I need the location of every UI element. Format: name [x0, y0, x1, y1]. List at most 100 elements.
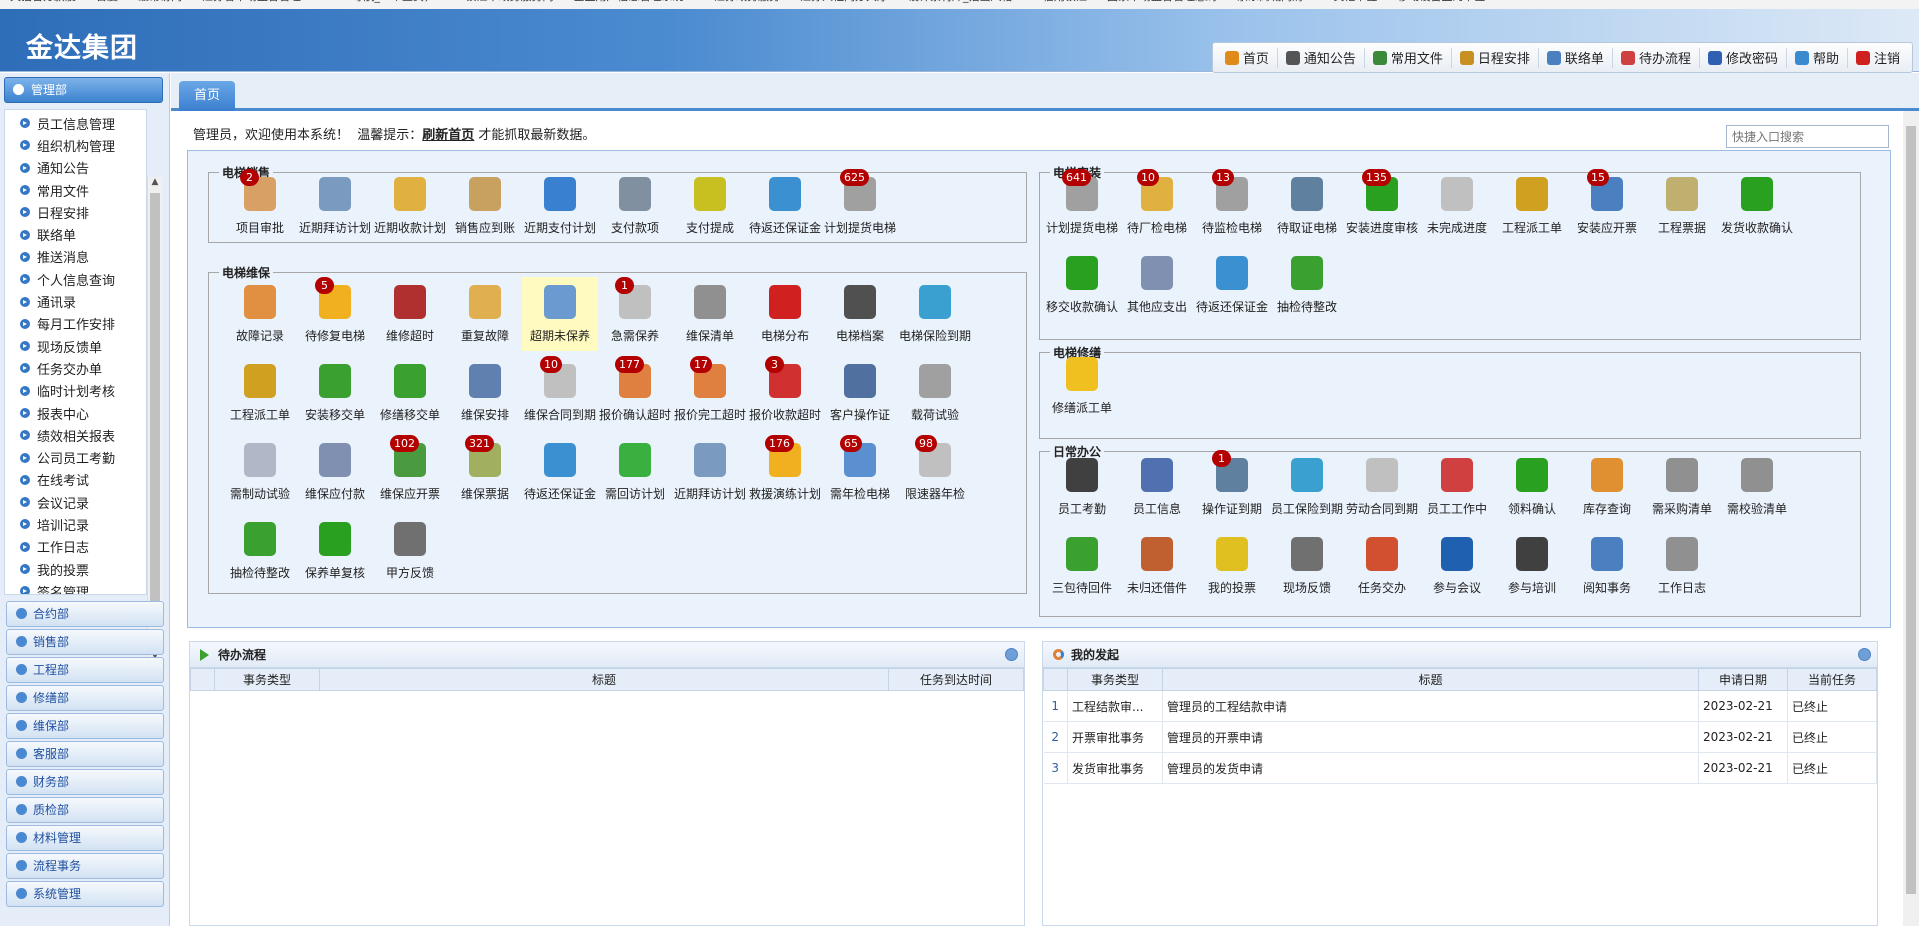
sidebar-item[interactable]: 个人信息查询 [5, 268, 146, 290]
shortcut-item[interactable]: 需回访计划 [597, 435, 673, 509]
sidebar-dept[interactable]: 质检部 [6, 797, 164, 823]
sidebar-item[interactable]: 任务交办单 [5, 357, 146, 379]
shortcut-item[interactable]: 支付提成 [672, 169, 748, 243]
shortcut-item[interactable]: 102 维保应开票 [372, 435, 448, 509]
sidebar-item[interactable]: 日程安排 [5, 201, 146, 223]
shortcut-item[interactable]: 待返还保证金 [522, 435, 598, 509]
shortcut-item[interactable]: 625 计划提货电梯 [822, 169, 898, 243]
shortcut-item[interactable]: 电梯档案 [822, 277, 898, 351]
shortcut-item[interactable]: 三包待回件 [1044, 529, 1120, 603]
shortcut-item[interactable]: 65 需年检电梯 [822, 435, 898, 509]
shortcut-item[interactable]: 载荷试验 [897, 356, 973, 430]
shortcut-item[interactable]: 劳动合同到期 [1344, 450, 1420, 524]
shortcut-item[interactable]: 客户操作证 [822, 356, 898, 430]
nav-file[interactable]: 常用文件 [1363, 47, 1451, 68]
nav-key[interactable]: 修改密码 [1698, 47, 1786, 68]
shortcut-item[interactable]: 工程派工单 [222, 356, 298, 430]
sidebar-dept-active[interactable]: 管理部 [4, 77, 163, 103]
shortcut-item[interactable]: 销售应到账 [447, 169, 523, 243]
shortcut-item[interactable]: 13 待监检电梯 [1194, 169, 1270, 243]
sidebar-item[interactable]: 员工信息管理 [5, 112, 146, 134]
sidebar-item[interactable]: 联络单 [5, 223, 146, 245]
shortcut-item[interactable]: 参与培训 [1494, 529, 1570, 603]
sidebar-dept[interactable]: 流程事务 [6, 853, 164, 879]
sidebar-item[interactable]: 签名管理 [5, 580, 146, 594]
shortcut-item[interactable]: 抽检待整改 [1269, 248, 1345, 322]
sidebar-item[interactable]: 现场反馈单 [5, 335, 146, 357]
shortcut-item[interactable]: 需校验清单 [1719, 450, 1795, 524]
shortcut-item[interactable]: 1 急需保养 [597, 277, 673, 351]
shortcut-item[interactable]: 甲方反馈 [372, 514, 448, 588]
nav-mail[interactable]: 联络单 [1537, 47, 1612, 68]
quick-search-input[interactable] [1726, 125, 1889, 148]
scroll-thumb[interactable] [150, 193, 160, 613]
shortcut-item[interactable]: 近期拜访计划 [672, 435, 748, 509]
shortcut-item[interactable]: 工作日志 [1644, 529, 1720, 603]
shortcut-item[interactable]: 电梯保险到期 [897, 277, 973, 351]
shortcut-item[interactable]: 15 安装应开票 [1569, 169, 1645, 243]
shortcut-item[interactable]: 2 项目审批 [222, 169, 298, 243]
sidebar-item[interactable]: 公司员工考勤 [5, 446, 146, 468]
collapse-icon[interactable] [1005, 648, 1018, 661]
table-row[interactable]: 3 发货审批事务 管理员的发货申请 2023-02-21 已终止 [1043, 752, 1877, 784]
shortcut-item[interactable]: 321 维保票据 [447, 435, 523, 509]
shortcut-item[interactable]: 员工考勤 [1044, 450, 1120, 524]
scroll-up-icon[interactable]: ▲ [150, 177, 160, 187]
shortcut-item[interactable]: 故障记录 [222, 277, 298, 351]
shortcut-item[interactable]: 176 救援演练计划 [747, 435, 823, 509]
sidebar-dept[interactable]: 合约部 [6, 601, 164, 627]
shortcut-item[interactable]: 待返还保证金 [1194, 248, 1270, 322]
sidebar-dept[interactable]: 工程部 [6, 657, 164, 683]
shortcut-item[interactable]: 维保应付款 [297, 435, 373, 509]
sidebar-item[interactable]: 报表中心 [5, 402, 146, 424]
shortcut-item[interactable]: 阅知事务 [1569, 529, 1645, 603]
shortcut-item[interactable]: 超期未保养 [522, 277, 598, 351]
scroll-thumb[interactable] [1906, 126, 1916, 894]
shortcut-item[interactable]: 工程票据 [1644, 169, 1720, 243]
sidebar-item[interactable]: 常用文件 [5, 179, 146, 201]
shortcut-item[interactable]: 17 报价完工超时 [672, 356, 748, 430]
shortcut-item[interactable]: 重复故障 [447, 277, 523, 351]
sidebar-item[interactable]: 会议记录 [5, 491, 146, 513]
sidebar-item[interactable]: 每月工作安排 [5, 313, 146, 335]
sidebar-item[interactable]: 在线考试 [5, 469, 146, 491]
shortcut-item[interactable]: 维保清单 [672, 277, 748, 351]
main-scrollbar[interactable] [1903, 111, 1919, 926]
sidebar-item[interactable]: 通知公告 [5, 157, 146, 179]
shortcut-item[interactable]: 177 报价确认超时 [597, 356, 673, 430]
shortcut-item[interactable]: 修缮移交单 [372, 356, 448, 430]
sidebar-dept[interactable]: 财务部 [6, 769, 164, 795]
nav-help[interactable]: 帮助 [1785, 47, 1847, 68]
table-row[interactable]: 1 工程结款审... 管理员的工程结款申请 2023-02-21 已终止 [1043, 690, 1877, 722]
shortcut-item[interactable]: 修缮派工单 [1044, 349, 1120, 423]
table-row[interactable]: 2 开票审批事务 管理员的开票申请 2023-02-21 已终止 [1043, 721, 1877, 753]
shortcut-item[interactable]: 库存查询 [1569, 450, 1645, 524]
collapse-icon[interactable] [1858, 648, 1871, 661]
nav-flow[interactable]: 待办流程 [1611, 47, 1699, 68]
shortcut-item[interactable]: 待取证电梯 [1269, 169, 1345, 243]
sidebar-dept[interactable]: 客服部 [6, 741, 164, 767]
shortcut-item[interactable]: 3 报价收款超时 [747, 356, 823, 430]
shortcut-item[interactable]: 641 计划提货电梯 [1044, 169, 1120, 243]
sidebar-item[interactable]: 我的投票 [5, 558, 146, 580]
shortcut-item[interactable]: 待返还保证金 [747, 169, 823, 243]
shortcut-item[interactable]: 98 限速器年检 [897, 435, 973, 509]
nav-notice[interactable]: 通知公告 [1276, 47, 1364, 68]
sidebar-item[interactable]: 组织机构管理 [5, 134, 146, 156]
shortcut-item[interactable]: 维修超时 [372, 277, 448, 351]
shortcut-item[interactable]: 10 维保合同到期 [522, 356, 598, 430]
sidebar-item[interactable]: 通讯录 [5, 290, 146, 312]
nav-calendar[interactable]: 日程安排 [1450, 47, 1538, 68]
sidebar-dept[interactable]: 系统管理 [6, 881, 164, 907]
shortcut-item[interactable]: 安装移交单 [297, 356, 373, 430]
shortcut-item[interactable]: 现场反馈 [1269, 529, 1345, 603]
shortcut-item[interactable]: 10 待厂检电梯 [1119, 169, 1195, 243]
sidebar-dept[interactable]: 修缮部 [6, 685, 164, 711]
shortcut-item[interactable]: 抽检待整改 [222, 514, 298, 588]
shortcut-item[interactable]: 电梯分布 [747, 277, 823, 351]
tab-home[interactable]: 首页 [179, 81, 235, 111]
shortcut-item[interactable]: 发货收款确认 [1719, 169, 1795, 243]
refresh-link[interactable]: 刷新首页 [422, 128, 474, 143]
nav-logout[interactable]: 注销 [1846, 47, 1908, 68]
shortcut-item[interactable]: 我的投票 [1194, 529, 1270, 603]
